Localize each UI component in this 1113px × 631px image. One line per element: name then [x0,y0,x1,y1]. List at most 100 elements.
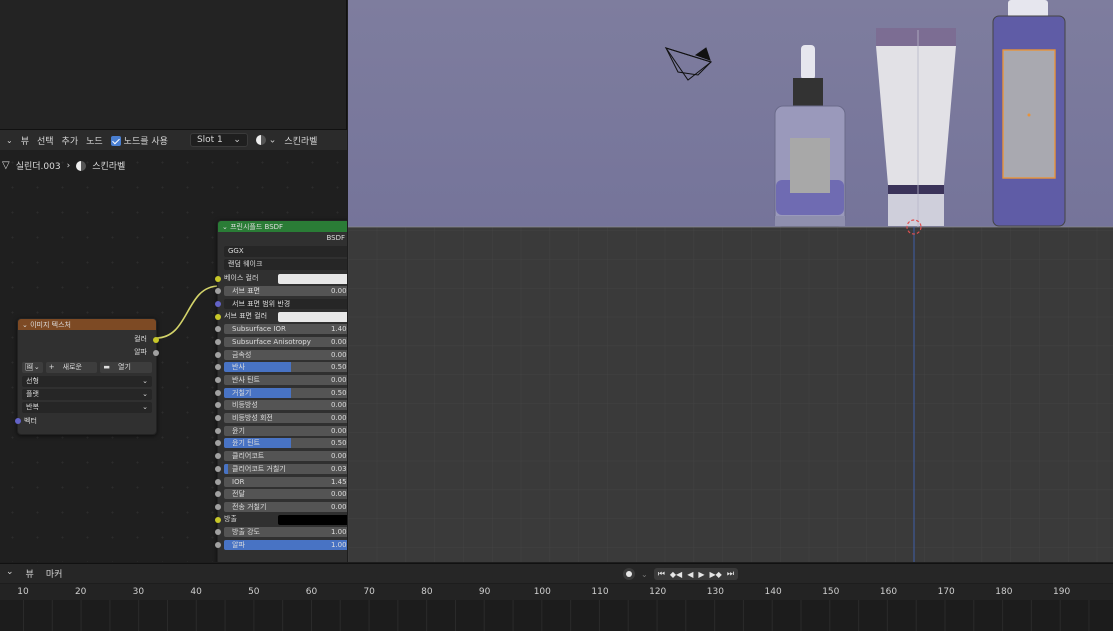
bsdf-property-row[interactable]: IOR 1.450 [215,475,347,488]
input-socket[interactable] [215,313,221,320]
editor-type-chevron-icon[interactable]: ⌄ [6,136,13,145]
input-socket[interactable] [215,351,221,358]
base-color-socket[interactable] [215,275,221,282]
color-swatch[interactable] [278,311,347,322]
color-output-socket[interactable] [153,337,159,343]
projection-dropdown[interactable]: 플랫 ⌄ [22,389,152,400]
input-socket[interactable] [215,300,221,307]
distribution-dropdown[interactable]: GGX⌄ [224,246,347,257]
input-socket[interactable] [215,478,221,485]
input-socket[interactable] [215,491,221,498]
jump-start-icon[interactable]: ⏮ [658,569,665,579]
input-socket[interactable] [215,503,221,510]
bsdf-property-row[interactable]: 서브 표면 컬러 [215,310,347,323]
property-slider[interactable]: 클리어코트 거칠기 0.030 [224,463,347,474]
frame-ruler[interactable]: 10 20 30 40 50 60 70 80 90 100 110 120 130 140 150 160 1… [0,584,1113,600]
input-socket[interactable] [215,389,221,396]
record-icon[interactable] [623,568,635,580]
input-socket[interactable] [215,465,221,472]
property-slider[interactable]: 금속성 0.000 [224,349,347,360]
use-nodes-toggle[interactable]: 노드를 사용 [110,134,168,147]
property-slider[interactable]: IOR 1.450 [224,476,347,487]
input-socket[interactable] [215,402,221,409]
input-socket[interactable] [215,364,221,371]
property-slider[interactable]: 알파 1.000 [224,539,347,550]
prev-keyframe-icon[interactable]: ◆◀ [670,570,682,579]
bsdf-property-row[interactable]: Subsurface Anisotropy 0.000 [215,335,347,348]
bsdf-property-row[interactable]: 비등방성 회전 0.000 [215,412,347,425]
input-socket[interactable] [215,453,221,460]
property-slider[interactable]: 서브 표면 0.000 [224,286,347,297]
input-socket[interactable] [215,529,221,536]
property-slider[interactable]: 서브 표면 범위 반경 [224,298,347,309]
subsurface-method-dropdown[interactable]: 랜덤 웨이크⌄ [224,259,347,270]
jump-end-icon[interactable]: ⏭ [727,569,734,579]
play-reverse-icon[interactable]: ◀ [687,570,693,579]
property-slider[interactable]: Subsurface Anisotropy 0.000 [224,336,347,347]
property-slider[interactable]: 방출 강도 1.000 [224,527,347,538]
property-slider[interactable]: 윤기 0.000 [224,425,347,436]
next-keyframe-icon[interactable]: ▶◆ [710,570,722,579]
bsdf-property-row[interactable]: 전송 거칠기 0.000 [215,500,347,513]
bsdf-property-row[interactable]: 금속성 0.000 [215,348,347,361]
node-header[interactable]: ⌄ 이미지 텍스처 [18,319,156,330]
input-socket[interactable] [215,338,221,345]
input-socket[interactable] [215,415,221,422]
principled-bsdf-node[interactable]: ⌄ 프린시플드 BSDF BSDF GGX⌄ 랜덤 웨이크⌄ 베이스 컬러 서브… [215,220,347,562]
image-texture-node[interactable]: ⌄ 이미지 텍스처 컬러 알파 🖼⌄ + 새로운 ▬ 열기 선형 ⌄ 플랫 ⌄ 반복 ⌄ … [15,318,159,435]
input-socket[interactable] [215,440,221,447]
bsdf-property-row[interactable]: 비등방성 0.000 [215,399,347,412]
material-selector[interactable]: ⌄ [255,134,276,145]
bsdf-property-row[interactable]: 서브 표면 0.000 [215,285,347,298]
property-slider[interactable]: 거칠기 0.500 [224,387,347,398]
menu-view[interactable]: 뷰 [21,134,29,147]
image-browse-button[interactable]: 🖼⌄ [22,362,43,373]
bsdf-property-row[interactable]: 윤기 0.000 [215,424,347,437]
open-image-button[interactable]: ▬ 열기 [100,362,153,373]
base-color-row[interactable]: 베이스 컬러 [215,272,347,285]
menu-add[interactable]: 추가 [62,134,79,147]
input-socket[interactable] [215,288,221,295]
checkbox-icon[interactable] [110,136,121,146]
property-slider[interactable]: 윤기 틴트 0.500 [224,438,347,449]
menu-select[interactable]: 선택 [37,134,54,147]
material-name[interactable]: 스킨라벨 [284,134,317,147]
bsdf-property-row[interactable]: Subsurface IOR 1.400 [215,323,347,336]
extension-dropdown[interactable]: 반복 ⌄ [22,402,152,413]
bsdf-property-row[interactable]: 거칠기 0.500 [215,386,347,399]
node-header[interactable]: ⌄ 프린시플드 BSDF [218,221,347,232]
input-socket[interactable] [215,516,221,523]
property-slider[interactable]: 전송 거칠기 0.000 [224,501,347,512]
bsdf-property-row[interactable]: 클리어코트 거칠기 0.030 [215,462,347,475]
slot-dropdown[interactable]: Slot 1 ⌄ [189,133,248,147]
property-slider[interactable]: 클리어코트 0.000 [224,451,347,462]
input-socket[interactable] [215,427,221,434]
bsdf-property-row[interactable]: 서브 표면 범위 반경 [215,297,347,310]
bsdf-property-row[interactable]: 클리어코트 0.000 [215,450,347,463]
vector-input-socket[interactable] [15,418,21,424]
property-slider[interactable]: 비등방성 회전 0.000 [224,413,347,424]
input-socket[interactable] [215,377,221,383]
property-slider[interactable]: Subsurface IOR 1.400 [224,324,347,335]
editor-type-chevron-icon[interactable]: ⌄ [6,567,14,580]
property-slider[interactable]: 반사 0.500 [224,362,347,373]
property-slider[interactable]: 비등방성 0.000 [224,400,347,411]
alpha-output-socket[interactable] [153,350,159,356]
input-socket[interactable] [215,541,221,548]
input-socket[interactable] [215,326,221,333]
chevron-down-icon[interactable]: ⌄ [641,570,648,579]
menu-marker[interactable]: 마커 [46,567,63,580]
node-editor-canvas[interactable]: ▽ 실린더.003 › 스킨라벨 ⌄ 이미지 텍스처 컬러 알파 🖼⌄ + 새로운… [0,150,347,562]
bsdf-property-row[interactable]: 윤기 틴트 0.500 [215,437,347,450]
3d-viewport[interactable] [348,0,1113,562]
interpolation-dropdown[interactable]: 선형 ⌄ [22,376,152,387]
property-slider[interactable]: 전달 0.000 [224,489,347,500]
menu-node[interactable]: 노드 [86,134,103,147]
new-image-button[interactable]: + 새로운 [45,362,98,373]
bsdf-property-row[interactable]: 전달 0.000 [215,488,347,501]
bsdf-property-row[interactable]: 반사 0.500 [215,361,347,374]
bsdf-property-row[interactable]: 방출 강도 1.000 [215,526,347,539]
bsdf-property-row[interactable]: 방출 [215,513,347,526]
property-slider[interactable]: 반사 틴트 0.000 [224,375,347,385]
bsdf-property-row[interactable]: 알파 1.000 [215,538,347,551]
